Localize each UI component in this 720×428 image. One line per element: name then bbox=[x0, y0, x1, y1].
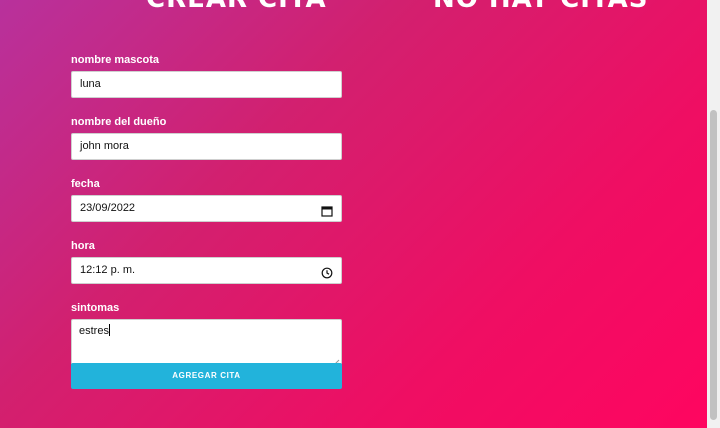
resize-grip-icon[interactable] bbox=[333, 356, 340, 366]
create-appointment-heading: CREAR CITA bbox=[146, 0, 327, 14]
pet-name-label: nombre mascota bbox=[71, 54, 160, 66]
text-caret bbox=[108, 324, 110, 336]
clock-icon[interactable] bbox=[321, 264, 333, 279]
time-value: 12:12 p. m. bbox=[80, 264, 136, 276]
add-appointment-button[interactable]: AGREGAR CITA bbox=[71, 363, 342, 389]
owner-name-label: nombre del dueño bbox=[71, 116, 167, 128]
page-scrollbar[interactable] bbox=[707, 0, 720, 428]
symptoms-label: sintomas bbox=[71, 302, 120, 314]
date-value: 23/09/2022 bbox=[80, 202, 136, 214]
appointment-form: nombre mascota luna nombre del dueño joh… bbox=[71, 53, 342, 389]
pet-name-input[interactable]: luna bbox=[71, 71, 342, 98]
date-input[interactable]: 23/09/2022 bbox=[71, 195, 342, 222]
appointments-list-heading: NO HAY CITAS bbox=[433, 0, 649, 14]
time-label: hora bbox=[71, 240, 95, 252]
symptoms-value: estres bbox=[79, 325, 109, 337]
time-input[interactable]: 12:12 p. m. bbox=[71, 257, 342, 284]
calendar-icon[interactable] bbox=[321, 202, 333, 217]
symptoms-textarea[interactable]: estres bbox=[71, 319, 342, 366]
date-label: fecha bbox=[71, 178, 100, 190]
owner-name-input[interactable]: john mora bbox=[71, 133, 342, 160]
scrollbar-thumb[interactable] bbox=[710, 110, 717, 420]
page-headings: CREAR CITA NO HAY CITAS bbox=[0, 0, 707, 14]
